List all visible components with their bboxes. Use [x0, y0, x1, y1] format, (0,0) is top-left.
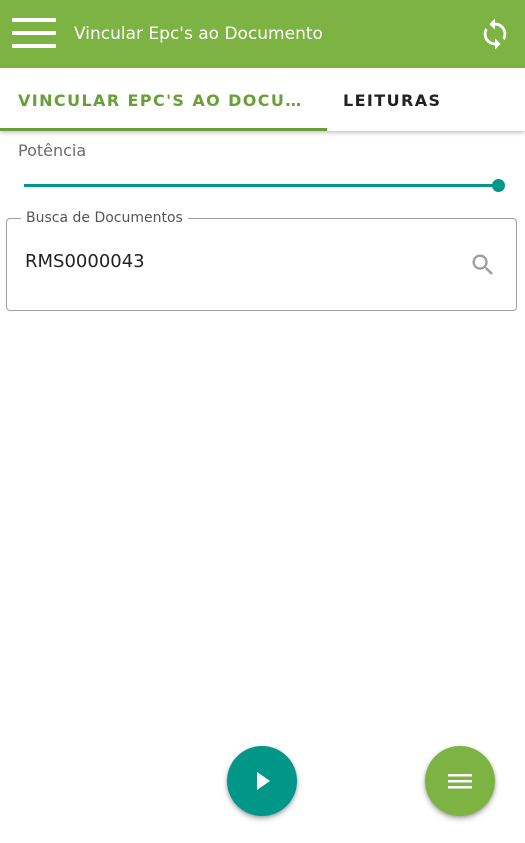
search-icon[interactable] — [469, 251, 497, 279]
tab-indicator — [0, 128, 327, 131]
play-button[interactable] — [227, 746, 297, 816]
list-menu-button[interactable] — [425, 746, 495, 816]
search-field-label: Busca de Documentos — [21, 209, 188, 227]
sync-icon[interactable] — [478, 16, 512, 52]
tab-bar: VINCULAR EPC'S AO DOCUMENTO LEITURAS — [0, 68, 525, 131]
app-bar: Vincular Epc's ao Documento — [0, 0, 525, 68]
menu-icon[interactable] — [12, 18, 56, 50]
search-input[interactable] — [25, 251, 445, 272]
tab-leituras[interactable]: LEITURAS — [327, 68, 525, 131]
page-title: Vincular Epc's ao Documento — [74, 24, 323, 44]
slider-thumb[interactable] — [492, 179, 505, 192]
list-icon — [448, 774, 472, 789]
slider-track — [24, 184, 499, 187]
app-screen: Vincular Epc's ao Documento VINCULAR EPC… — [0, 0, 525, 843]
tab-leituras-label: LEITURAS — [343, 92, 442, 110]
play-icon — [257, 772, 270, 790]
potencia-label: Potência — [18, 141, 87, 160]
tab-vincular-epcs[interactable]: VINCULAR EPC'S AO DOCUMENTO — [0, 68, 327, 131]
tab-vincular-epcs-label: VINCULAR EPC'S AO DOCUMENTO — [18, 92, 308, 110]
potencia-slider[interactable] — [24, 176, 505, 196]
search-documents-field: Busca de Documentos — [6, 209, 517, 311]
